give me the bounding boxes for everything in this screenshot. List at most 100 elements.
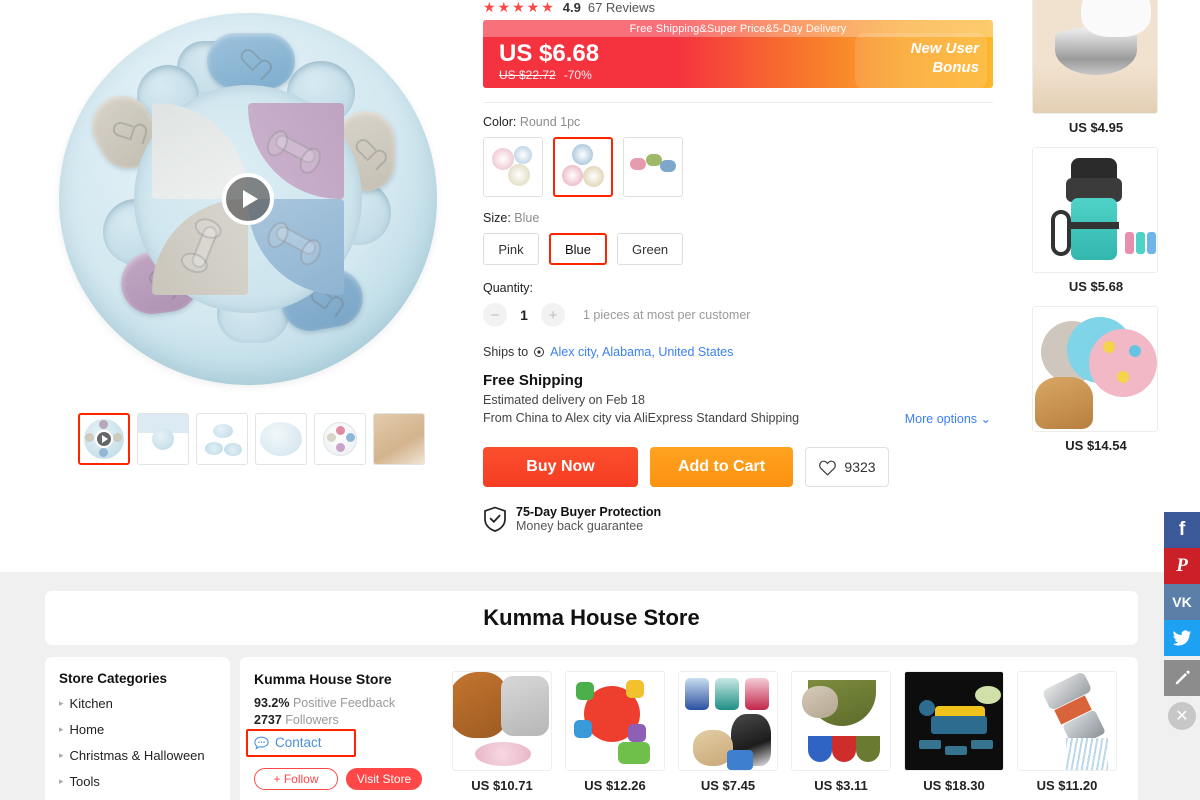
thumb-dot <box>99 448 108 457</box>
twitter-icon[interactable] <box>1164 620 1200 656</box>
thumb-disc <box>205 442 223 455</box>
store-category-label: Christmas & Halloween <box>69 748 205 763</box>
store-product-image-shower-head[interactable] <box>1017 671 1117 771</box>
swatch-dot <box>562 165 583 186</box>
store-section: Kumma House Store Store Categories ▸ Kit… <box>0 572 1200 800</box>
variant-red <box>832 736 856 762</box>
rec-price-1: US $5.68 <box>1068 279 1124 294</box>
store-categories-panel: Store Categories ▸ Kitchen ▸ Home ▸ Chri… <box>45 657 230 800</box>
pinterest-icon[interactable]: P <box>1164 548 1200 584</box>
recommended-products: US $4.95 US $5.68 US $14.54 <box>1032 0 1160 465</box>
size-option-green[interactable]: Green <box>617 233 684 265</box>
edit-pencil-icon[interactable] <box>1164 660 1200 696</box>
close-share-rail-button[interactable]: ✕ <box>1168 702 1196 730</box>
store-followers-value: 2737 <box>254 713 282 727</box>
pencil-icon <box>1175 670 1190 685</box>
new-user-line1: New User <box>910 40 979 57</box>
thumbnail-white-disc[interactable] <box>255 413 307 465</box>
store-product-image-colorful-treat-ball[interactable] <box>565 671 665 771</box>
follow-store-button[interactable]: + Follow <box>254 768 338 790</box>
blade <box>971 740 993 749</box>
facebook-icon[interactable]: f <box>1164 512 1200 548</box>
quantity-value[interactable]: 1 <box>517 307 531 323</box>
store-category-home[interactable]: ▸ Home <box>59 722 230 737</box>
main-product-image[interactable] <box>50 8 446 390</box>
contact-label: Contact <box>275 735 322 750</box>
store-product-5: US $11.20 <box>1017 671 1117 800</box>
store-product-image-dog-puzzle-feeder[interactable] <box>452 671 552 771</box>
puzzle-plate <box>475 742 531 766</box>
color-value: Round 1pc <box>519 115 581 129</box>
rec-image-pet-water-bottle[interactable] <box>1032 147 1158 273</box>
store-product-price-2: US $7.45 <box>700 778 756 793</box>
rec-card-2: US $14.54 <box>1032 306 1160 453</box>
store-product-price-3: US $3.11 <box>814 778 868 793</box>
rec-image-puzzle-discs-set[interactable] <box>1032 306 1158 432</box>
store-feedback-value: 93.2% <box>254 696 290 710</box>
play-icon <box>95 430 113 448</box>
thumb-dot <box>99 420 108 429</box>
price-body: US $6.68 US $22.72 -70% New User Bonus <box>483 33 993 88</box>
quantity-limit-note: 1 pieces at most per customer <box>583 308 751 322</box>
chevron-right-icon: ▸ <box>59 750 64 760</box>
golden-dog <box>1035 377 1093 429</box>
twitter-bird-icon <box>1172 629 1192 646</box>
blade <box>919 740 941 749</box>
more-options-button[interactable]: More options ⌄ <box>905 411 991 426</box>
size-option-blue[interactable]: Blue <box>549 233 608 265</box>
store-category-tools[interactable]: ▸ Tools <box>59 774 230 789</box>
store-category-label: Home <box>69 722 105 737</box>
color-option-2[interactable] <box>623 137 683 197</box>
play-icon <box>242 190 258 208</box>
vk-icon[interactable]: VK <box>1164 584 1200 620</box>
protection-text: 75-Day Buyer Protection Money back guara… <box>516 505 661 533</box>
white-cat <box>1081 0 1151 37</box>
wishlist-button[interactable]: 9323 <box>805 447 889 487</box>
bottle-body <box>1071 198 1117 260</box>
play-video-button[interactable] <box>222 173 274 225</box>
store-product-image-paw-cleaner-cup[interactable] <box>678 671 778 771</box>
visit-store-button[interactable]: Visit Store <box>346 768 422 790</box>
thumbnail-strip <box>78 413 425 465</box>
store-product-2: US $7.45 <box>678 671 778 800</box>
location-pin-icon <box>534 347 545 357</box>
rating-row: ★★★★★ 4.9 67 Reviews <box>483 0 993 14</box>
contact-button[interactable]: Contact <box>254 735 364 750</box>
thumb-disc <box>213 424 233 438</box>
cover-top-blue <box>207 33 295 89</box>
original-price: US $22.72 <box>499 68 556 82</box>
thumbnail-lifestyle[interactable] <box>373 413 425 465</box>
thumbnail-paw-toy[interactable] <box>314 413 366 465</box>
store-feedback-label: Positive Feedback <box>292 696 396 710</box>
size-option-pink[interactable]: Pink <box>483 233 539 265</box>
thumbnail-infographic[interactable] <box>137 413 189 465</box>
knob <box>919 700 935 716</box>
store-category-christmas-halloween[interactable]: ▸ Christmas & Halloween <box>59 748 230 763</box>
reviews-link[interactable]: 67 Reviews <box>588 0 655 14</box>
store-name[interactable]: Kumma House Store <box>254 671 444 687</box>
contact-box: Contact <box>246 729 364 757</box>
store-category-kitchen[interactable]: ▸ Kitchen <box>59 696 230 711</box>
swatch-dot <box>572 144 593 165</box>
social-share-rail: f P VK ✕ <box>1164 512 1200 730</box>
quantity-decrease-button[interactable]: − <box>483 303 507 327</box>
store-action-buttons: + Follow Visit Store <box>254 768 444 790</box>
store-product-image-vegetable-slicer[interactable] <box>904 671 1004 771</box>
rec-image-cat-water-bowl[interactable] <box>1032 0 1158 114</box>
thumbnail-two-discs[interactable] <box>196 413 248 465</box>
color-option-1[interactable] <box>553 137 613 197</box>
add-to-cart-button[interactable]: Add to Cart <box>650 447 793 487</box>
thumb-dot <box>85 433 94 442</box>
quantity-increase-button[interactable]: + <box>541 303 565 327</box>
delivery-estimate: Estimated delivery on Feb 18 <box>483 393 645 407</box>
thumbnail-video[interactable] <box>78 413 130 465</box>
color-option-0[interactable] <box>483 137 543 197</box>
store-product-price-0: US $10.71 <box>471 778 533 793</box>
buy-now-button[interactable]: Buy Now <box>483 447 638 487</box>
shipping-destination[interactable]: Alex city, Alabama, United States <box>550 345 733 359</box>
new-user-line2: Bonus <box>932 59 979 76</box>
store-banner[interactable]: Kumma House Store <box>45 591 1138 645</box>
store-product-image-pet-grooming-hammock[interactable] <box>791 671 891 771</box>
new-user-bonus-badge[interactable]: New User Bonus <box>859 39 979 77</box>
rating-value: 4.9 <box>562 0 581 14</box>
